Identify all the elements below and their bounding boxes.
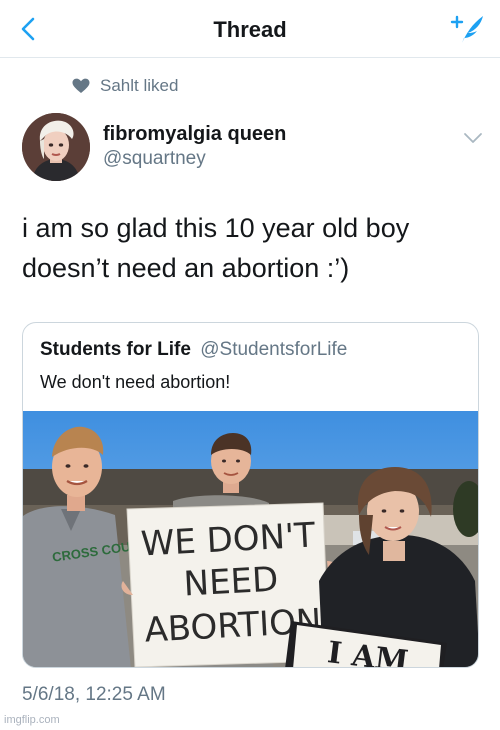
chevron-down-icon [464,133,482,143]
tweet-options-button[interactable] [462,130,484,146]
quoted-tweet-card[interactable]: Students for Life @StudentsforLife We do… [22,322,479,668]
quoted-tweet-photo[interactable]: CROSS COUNTRY WE DON'T NEED ABORTION I A… [23,411,479,668]
liked-by-text: Sahlt liked [100,76,179,95]
quoted-tweet-text: We don't need abortion! [40,372,231,392]
quoted-tweet-header: Students for Life @StudentsforLife [40,339,347,361]
compose-tweet-button[interactable] [448,12,486,46]
heart-icon [72,78,90,93]
social-context: Sahlt liked [72,75,178,97]
avatar-photo [22,113,90,181]
sign-text: NEED [183,560,280,605]
page-title: Thread [213,17,287,42]
tweet-text: i am so glad this 10 year old boy doesn’… [22,208,482,288]
quoted-display-name: Students for Life [40,339,191,360]
tweet-text-line: doesn’t need an abortion :’) [22,253,350,283]
quoted-user-handle: @StudentsforLife [200,339,348,360]
top-bar: Thread [0,0,500,58]
tweet-text-line: i am so glad this 10 year old boy [22,213,410,243]
tweet-timestamp[interactable]: 5/6/18, 12:25 AM [22,684,166,706]
compose-tweet-icon [450,15,483,43]
avatar[interactable] [22,113,90,181]
watermark: imgflip.com [4,714,60,726]
display-name[interactable]: fibromyalgia queen [103,123,286,146]
user-handle[interactable]: @squartney [103,148,206,170]
